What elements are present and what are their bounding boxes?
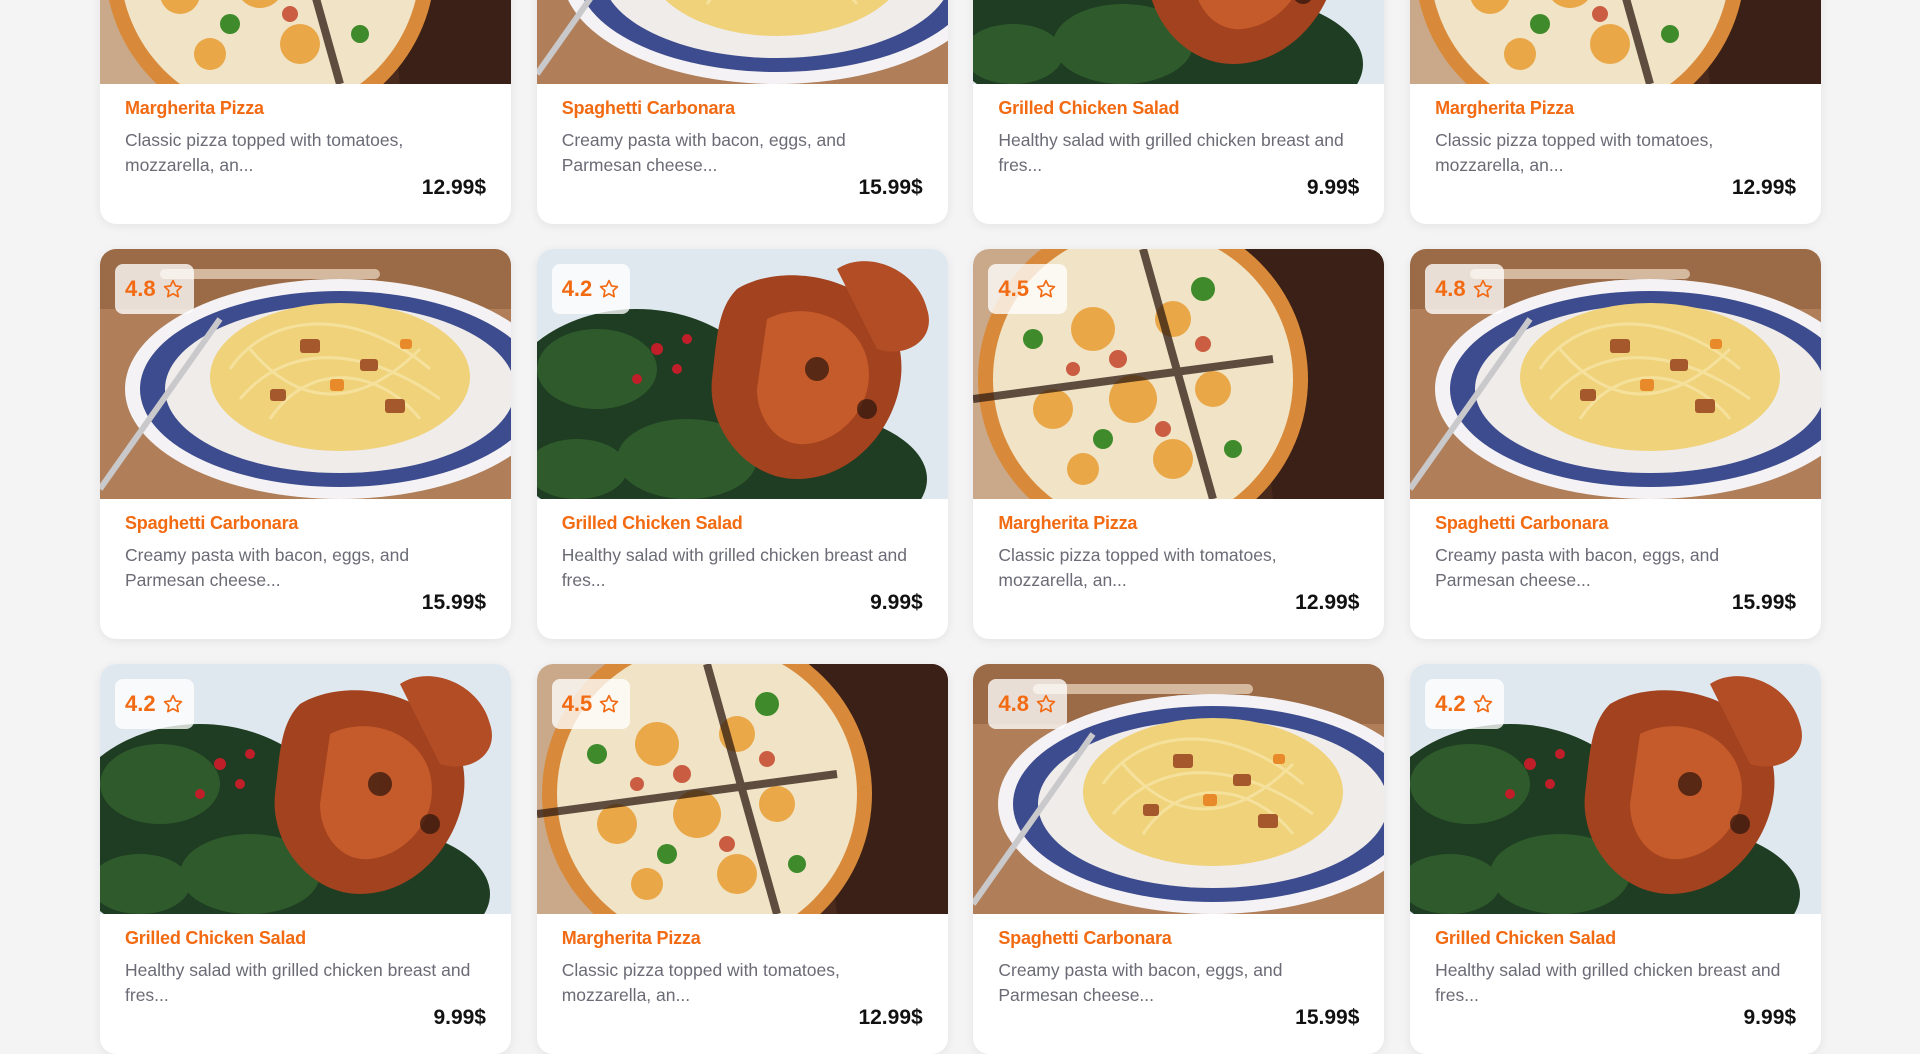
dish-description: Healthy salad with grilled chicken breas… [125,960,471,1005]
dish-name: Spaghetti Carbonara [561,98,735,118]
dish-image: 4.2 [536,249,948,499]
dish-price: 12.99$ [858,1006,923,1029]
dish-name: Grilled Chicken Salad [561,513,743,533]
dish-name: Spaghetti Carbonara [998,928,1172,948]
rating-badge: 4.2 [551,264,631,314]
menu-card[interactable]: 4.8 Spaghetti Carbonara Creamy pasta wit… [973,664,1385,1054]
dish-price: 12.99$ [1295,591,1360,614]
dish-name: Spaghetti Carbonara [1435,513,1609,533]
dish-price: 15.99$ [1731,591,1797,614]
card-body: Margherita Pizza Classic pizza topped wi… [537,914,948,1054]
dish-name: Margherita Pizza [125,98,264,118]
menu-card[interactable]: 4.8 Spaghetti Carbonara Creamy pasta wit… [100,249,511,639]
dish-price: 9.99$ [870,591,923,614]
star-icon [163,279,182,298]
rating-badge: 4.5 [551,679,631,729]
card-body: Grilled Chicken Salad Healthy salad with… [537,499,948,639]
dish-description: Healthy salad with grilled chicken breas… [998,130,1344,175]
menu-card[interactable]: 4.8 Spaghetti Carbonara Creamy pasta wit… [1410,249,1822,639]
star-icon [163,694,182,713]
dish-name: Margherita Pizza [1435,98,1574,118]
star-icon [1473,694,1492,713]
card-body: Spaghetti Carbonara Creamy pasta with ba… [100,499,511,639]
dish-price: 9.99$ [433,1006,486,1029]
menu-grid: 4.5 Margherita Pizza Classic pizza toppe… [100,0,1822,1054]
menu-card[interactable]: 4.2 Grilled Chicken Salad Healthy salad … [973,0,1385,224]
star-icon [600,279,619,298]
star-icon [600,694,619,713]
card-body: Spaghetti Carbonara Creamy pasta with ba… [973,914,1384,1054]
dish-description: Healthy salad with grilled chicken breas… [561,545,908,590]
dish-name: Grilled Chicken Salad [998,98,1180,118]
dish-price: 9.99$ [1743,1006,1797,1029]
card-body: Margherita Pizza Classic pizza topped wi… [100,84,511,224]
card-body: Grilled Chicken Salad Healthy salad with… [100,914,511,1054]
card-body: Grilled Chicken Salad Healthy salad with… [973,84,1384,224]
card-body: Grilled Chicken Salad Healthy salad with… [1410,914,1821,1054]
rating-badge: 4.8 [988,679,1067,729]
rating-value: 4.8 [125,276,156,301]
dish-image: 4.8 [100,249,511,499]
dish-image: 4.5 [973,249,1385,499]
dish-description: Classic pizza topped with tomatoes, mozz… [561,960,840,1005]
dish-price: 9.99$ [1306,176,1360,199]
dish-image: 4.2 [100,664,511,914]
dish-description: Creamy pasta with bacon, eggs, and Parme… [125,545,410,590]
dish-name: Margherita Pizza [561,928,701,948]
dish-price: 12.99$ [1731,176,1797,199]
dish-description: Healthy salad with grilled chicken breas… [1435,960,1781,1005]
menu-card[interactable]: 4.2 Grilled Chicken Salad Healthy salad … [536,249,948,639]
menu-card[interactable]: 4.5 Margherita Pizza Classic pizza toppe… [973,249,1385,639]
rating-value: 4.2 [561,276,593,301]
menu-card[interactable]: 4.2 Grilled Chicken Salad Healthy salad … [100,664,511,1054]
menu-card[interactable]: 4.5 Margherita Pizza Classic pizza toppe… [536,664,948,1054]
star-icon [1036,279,1056,298]
menu-card[interactable]: 4.2 Grilled Chicken Salad Healthy salad … [1410,664,1822,1054]
rating-value: 4.5 [998,276,1029,301]
dish-name: Grilled Chicken Salad [1435,928,1616,948]
rating-badge: 4.5 [988,264,1067,314]
dish-image: 4.8 [536,0,948,84]
rating-value: 4.5 [561,691,593,716]
dish-image: 4.2 [973,0,1385,84]
dish-image: 4.8 [1410,249,1822,499]
dish-name: Margherita Pizza [998,513,1138,533]
dish-description: Classic pizza topped with tomatoes, mozz… [125,130,404,175]
dish-image: 4.2 [1410,664,1822,914]
card-body: Margherita Pizza Classic pizza topped wi… [973,499,1384,639]
card-body: Spaghetti Carbonara Creamy pasta with ba… [537,84,948,224]
card-body: Margherita Pizza Classic pizza topped wi… [1410,84,1821,224]
rating-badge: 4.2 [115,679,194,729]
menu-card[interactable]: 4.5 Margherita Pizza Classic pizza toppe… [100,0,511,224]
rating-value: 4.8 [998,691,1029,716]
dish-image: 4.5 [1410,0,1822,84]
rating-value: 4.8 [1435,276,1466,301]
dish-description: Classic pizza topped with tomatoes, mozz… [1435,130,1714,175]
rating-badge: 4.2 [1425,679,1504,729]
menu-card[interactable]: 4.5 Margherita Pizza Classic pizza toppe… [1410,0,1822,224]
dish-image: 4.5 [536,664,948,914]
dish-price: 15.99$ [1295,1006,1360,1029]
star-icon [1473,279,1492,298]
rating-badge: 4.8 [1425,264,1504,314]
dish-description: Creamy pasta with bacon, eggs, and Parme… [998,960,1283,1005]
rating-value: 4.2 [1435,691,1466,716]
dish-description: Creamy pasta with bacon, eggs, and Parme… [561,130,846,175]
star-icon [1036,694,1056,713]
dish-image: 4.5 [100,0,511,84]
dish-name: Spaghetti Carbonara [125,513,299,533]
card-body: Spaghetti Carbonara Creamy pasta with ba… [1410,499,1821,639]
dish-price: 15.99$ [858,176,923,199]
menu-card[interactable]: 4.8 Spaghetti Carbonara Creamy pasta wit… [536,0,948,224]
dish-description: Classic pizza topped with tomatoes, mozz… [998,545,1277,590]
dish-description: Creamy pasta with bacon, eggs, and Parme… [1435,545,1720,590]
rating-badge: 4.8 [115,264,194,314]
dish-price: 15.99$ [421,591,486,614]
dish-name: Grilled Chicken Salad [125,928,306,948]
dish-price: 12.99$ [421,176,486,199]
rating-value: 4.2 [125,691,156,716]
dish-image: 4.8 [973,664,1385,914]
